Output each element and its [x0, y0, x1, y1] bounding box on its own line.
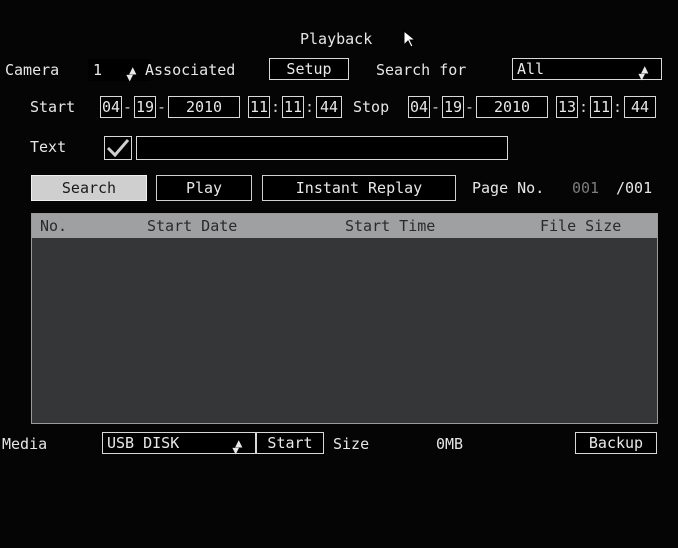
- start-month-field[interactable]: 04: [100, 96, 122, 118]
- column-file-size: File Size: [540, 217, 622, 235]
- instant-replay-button[interactable]: Instant Replay: [262, 175, 456, 201]
- start-second-field[interactable]: 44: [316, 96, 342, 118]
- text-filter-checkbox[interactable]: [104, 136, 132, 160]
- backup-button[interactable]: Backup: [575, 432, 657, 454]
- column-start-date: Start Date: [147, 217, 238, 235]
- page-number-label: Page No.: [472, 179, 545, 197]
- date-separator: -: [123, 98, 133, 116]
- checkmark-icon: [106, 139, 130, 158]
- page-current: 001: [572, 179, 600, 197]
- up-down-arrow-icon: ▲▼: [638, 62, 649, 83]
- up-down-arrow-icon: ▲▼: [126, 63, 137, 84]
- search-button[interactable]: Search: [31, 175, 147, 201]
- text-label: Text: [30, 138, 67, 156]
- start-hour-field[interactable]: 11: [248, 96, 270, 118]
- start-minute-field[interactable]: 11: [282, 96, 304, 118]
- stop-month-field[interactable]: 04: [408, 96, 430, 118]
- time-separator: :: [271, 98, 281, 116]
- search-for-label: Search for: [376, 61, 467, 79]
- search-for-select[interactable]: All ▲▼: [512, 58, 662, 83]
- date-separator: -: [465, 98, 475, 116]
- setup-button[interactable]: Setup: [269, 58, 349, 80]
- column-no: No.: [40, 217, 68, 235]
- time-separator: :: [305, 98, 315, 116]
- date-separator: -: [157, 98, 167, 116]
- time-separator: :: [613, 98, 623, 116]
- size-label: Size: [333, 435, 370, 453]
- date-separator: -: [431, 98, 441, 116]
- camera-value: 1: [93, 61, 103, 79]
- media-label: Media: [2, 435, 48, 453]
- stop-day-field[interactable]: 19: [442, 96, 464, 118]
- search-for-value: All: [517, 60, 545, 78]
- media-select[interactable]: USB DISK ▲▼: [102, 432, 256, 457]
- text-search-input[interactable]: [136, 136, 508, 160]
- media-device-value: USB DISK: [107, 434, 180, 452]
- associated-label: Associated: [145, 61, 236, 79]
- stop-label: Stop: [353, 98, 390, 116]
- page-total: /001: [616, 179, 653, 197]
- page-title: Playback: [300, 30, 373, 48]
- table-body: [32, 238, 657, 423]
- stop-hour-field[interactable]: 13: [556, 96, 578, 118]
- stop-minute-field[interactable]: 11: [590, 96, 612, 118]
- recordings-table[interactable]: No. Start Date Start Time File Size: [31, 213, 658, 424]
- camera-label: Camera: [5, 61, 60, 79]
- stop-year-field[interactable]: 2010: [476, 96, 548, 118]
- stop-second-field[interactable]: 44: [624, 96, 656, 118]
- play-button[interactable]: Play: [156, 175, 252, 201]
- column-start-time: Start Time: [345, 217, 436, 235]
- size-value: 0MB: [436, 435, 464, 453]
- up-down-arrow-icon: ▲▼: [232, 436, 243, 457]
- start-year-field[interactable]: 2010: [168, 96, 240, 118]
- start-label: Start: [30, 98, 76, 116]
- time-separator: :: [579, 98, 589, 116]
- table-header: No. Start Date Start Time File Size: [32, 214, 657, 238]
- mouse-cursor-icon: [403, 30, 417, 48]
- camera-select[interactable]: 1 ▲▼: [88, 59, 150, 84]
- start-day-field[interactable]: 19: [134, 96, 156, 118]
- media-start-button[interactable]: Start: [256, 432, 324, 454]
